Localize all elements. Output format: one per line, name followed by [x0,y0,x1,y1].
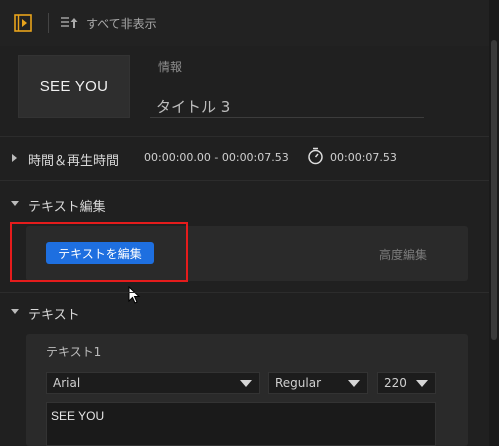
duration-value: 00:00:07.53 [330,151,397,164]
size-value: 220 [384,376,407,390]
scrollbar-thumb[interactable] [491,40,497,340]
collapse-caret-icon[interactable] [11,201,19,206]
divider [0,292,489,293]
dropdown-arrow-icon [348,380,360,387]
text-content-input[interactable]: SEE YOU [46,402,436,446]
divider [0,180,489,181]
collapse-caret-icon[interactable] [11,309,19,314]
expand-caret-icon[interactable] [12,154,17,162]
mouse-cursor-icon [128,286,141,304]
text-edit-header[interactable]: テキスト編集 [28,196,106,215]
dropdown-arrow-icon [240,380,252,387]
font-select[interactable]: Arial [46,372,260,394]
time-duration-header[interactable]: 時間＆再生時間 [28,150,119,169]
divider [0,136,489,137]
info-label: 情報 [158,60,183,74]
dropdown-arrow-icon [416,380,428,387]
stopwatch-icon [308,147,323,165]
time-range: 00:00:00.00 - 00:00:07.53 [144,151,289,164]
toolbar-divider [48,13,49,33]
font-style-select[interactable]: Regular [268,372,368,394]
title-thumbnail: SEE YOU [18,55,130,118]
font-value: Arial [53,376,81,390]
highlight-box [10,222,188,282]
font-size-select[interactable]: 220 [377,372,436,394]
list-hide-icon[interactable] [60,16,80,30]
advanced-edit-button[interactable]: 高度編集 [379,246,427,263]
hide-all-label[interactable]: すべて非表示 [86,15,157,32]
title-value[interactable]: タイトル 3 [156,96,230,117]
text-item-label: テキスト1 [46,345,102,359]
film-play-icon[interactable] [14,14,32,32]
style-value: Regular [275,376,322,390]
thumbnail-text: SEE YOU [39,78,109,95]
text-header[interactable]: テキスト [28,304,80,323]
